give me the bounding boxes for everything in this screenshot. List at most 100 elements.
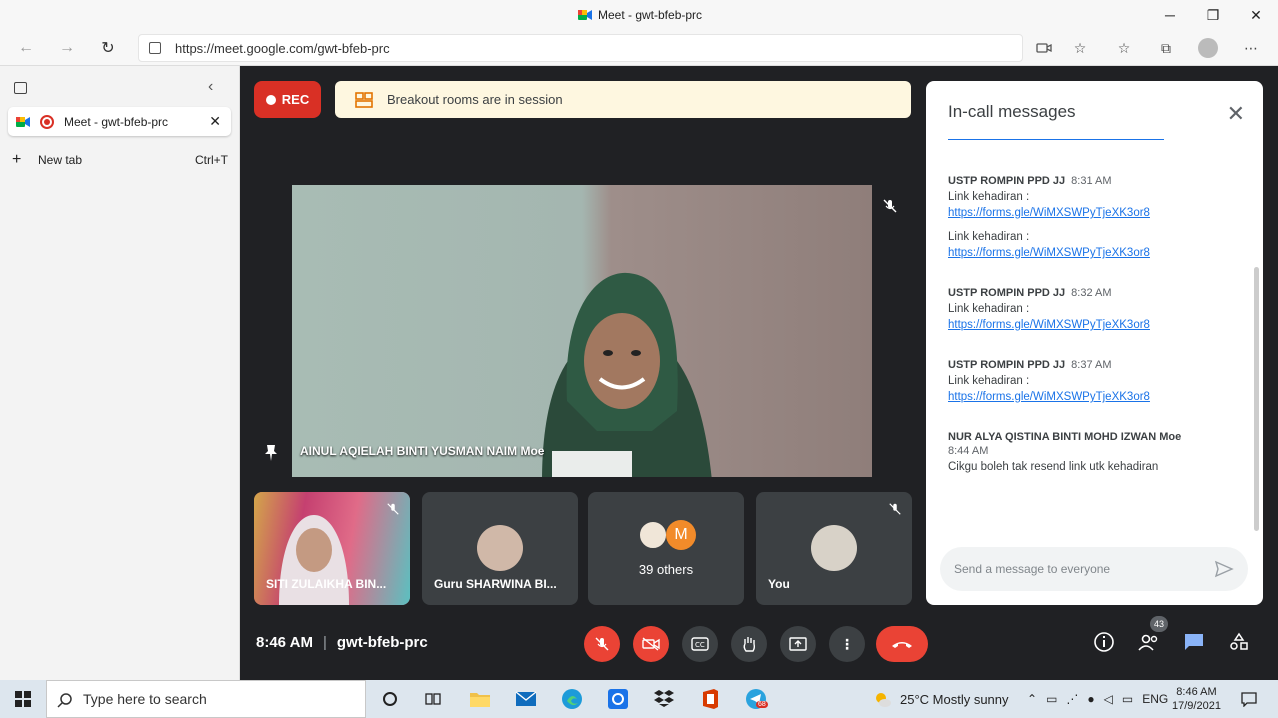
- cortana-icon[interactable]: [378, 687, 402, 711]
- telegram-icon[interactable]: 68: [744, 687, 768, 711]
- pin-icon[interactable]: [264, 444, 278, 462]
- participant-video-figure: [542, 272, 712, 477]
- chevron-up-icon[interactable]: ⌃: [1027, 692, 1037, 706]
- notifications-icon[interactable]: [1237, 687, 1261, 711]
- new-tab-label: New tab: [38, 153, 83, 167]
- restore-button[interactable]: ❐: [1201, 4, 1225, 26]
- meet-tray-icon[interactable]: ▭: [1046, 692, 1057, 706]
- close-tab-icon[interactable]: ✕: [209, 113, 221, 130]
- chat-icon[interactable]: [1180, 628, 1208, 656]
- mic-muted-icon: [386, 502, 400, 521]
- profile-avatar[interactable]: [1198, 38, 1218, 58]
- task-view-icon[interactable]: [421, 687, 445, 711]
- present-button[interactable]: [780, 626, 816, 662]
- message-sender: USTP ROMPIN PPD JJ 8:37 AM: [948, 359, 1112, 371]
- url-field[interactable]: https://meet.google.com/gwt-bfeb-prc: [138, 34, 1023, 62]
- avatar: [638, 520, 668, 550]
- others-tile[interactable]: M 39 others: [588, 492, 744, 605]
- new-tab-button[interactable]: + New tab Ctrl+T: [12, 151, 228, 168]
- rec-indicator[interactable]: REC: [254, 81, 321, 118]
- weather-text: 25°C Mostly sunny: [900, 691, 1009, 707]
- weather-widget[interactable]: 25°C Mostly sunny: [872, 680, 1009, 718]
- telegram-badge: 68: [756, 701, 768, 708]
- windows-start-icon[interactable]: [11, 687, 35, 711]
- captions-button[interactable]: CC: [682, 626, 718, 662]
- office-icon[interactable]: [698, 687, 722, 711]
- refresh-button[interactable]: ↻: [96, 37, 120, 59]
- meet-controls-bar: 8:46 AM | gwt-bfeb-prc CC ⋮ 43: [240, 614, 1278, 674]
- close-chat-icon[interactable]: ✕: [1227, 101, 1245, 127]
- main-video: [292, 185, 872, 477]
- plus-icon: +: [12, 151, 22, 168]
- minimize-button[interactable]: ─: [1158, 4, 1182, 26]
- message-time: 8:31 AM: [1071, 175, 1112, 187]
- breakout-banner-text: Breakout rooms are in session: [387, 92, 563, 107]
- collapse-pane-icon[interactable]: ‹: [208, 78, 213, 96]
- message-sender: NUR ALYA QISTINA BINTI MOHD IZWAN Moe: [948, 431, 1182, 443]
- dropbox-icon[interactable]: [652, 687, 676, 711]
- back-button[interactable]: ←: [14, 37, 38, 59]
- chat-scrollbar[interactable]: [1254, 267, 1259, 531]
- message-time: 8:32 AM: [1071, 287, 1112, 299]
- search-placeholder: Type here to search: [83, 691, 207, 707]
- taskbar-time: 8:46 AM: [1176, 686, 1217, 698]
- more-menu-icon[interactable]: ⋯: [1241, 38, 1261, 58]
- taskbar-search[interactable]: Type here to search: [46, 680, 366, 718]
- message-link[interactable]: https://forms.gle/WiMXSWPyTjeXK3or8: [948, 391, 1150, 403]
- end-call-button[interactable]: [876, 626, 928, 662]
- message-link[interactable]: https://forms.gle/WiMXSWPyTjeXK3or8: [948, 247, 1150, 259]
- message: USTP ROMPIN PPD JJ 8:32 AM Link kehadiran…: [948, 287, 1248, 331]
- camera-permission-icon[interactable]: [1034, 38, 1054, 58]
- participant-tile[interactable]: SITI ZULAIKHA BIN...: [254, 492, 410, 605]
- file-explorer-icon[interactable]: [468, 687, 492, 711]
- send-icon[interactable]: [1214, 559, 1234, 579]
- forward-button[interactable]: →: [55, 37, 79, 59]
- close-window-button[interactable]: ✕: [1244, 4, 1268, 26]
- more-options-button[interactable]: ⋮: [829, 626, 865, 662]
- avatar-letter: M: [666, 520, 696, 550]
- window-title: Meet - gwt-bfeb-prc: [578, 8, 702, 22]
- message-link[interactable]: https://forms.gle/WiMXSWPyTjeXK3or8: [948, 207, 1150, 219]
- hand-icon: [743, 637, 756, 652]
- meet-favicon-icon: [16, 116, 30, 127]
- collections-icon[interactable]: ⧉: [1156, 38, 1176, 58]
- edge-browser-icon[interactable]: [560, 687, 584, 711]
- tab-meet[interactable]: Meet - gwt-bfeb-prc ✕: [8, 107, 231, 136]
- rec-dot-icon: [265, 94, 276, 105]
- mail-icon[interactable]: [514, 687, 538, 711]
- message-text: Link kehadiran :: [948, 191, 1030, 203]
- tile-name: Guru SHARWINA BI...: [434, 577, 557, 591]
- mic-toggle-button[interactable]: [584, 626, 620, 662]
- language-indicator[interactable]: ENG: [1142, 692, 1168, 706]
- camera-off-icon: [642, 637, 660, 651]
- meeting-info-icon[interactable]: [1090, 628, 1118, 656]
- app-icon[interactable]: [606, 687, 630, 711]
- battery-icon[interactable]: ▭: [1122, 692, 1133, 706]
- microphone-icon[interactable]: ●: [1087, 692, 1094, 706]
- vertical-tabs-sidebar: ‹ Meet - gwt-bfeb-prc ✕ + New tab Ctrl+T: [0, 66, 240, 680]
- favorites-icon[interactable]: ☆: [1114, 38, 1134, 58]
- message-link[interactable]: https://forms.gle/WiMXSWPyTjeXK3or8: [948, 319, 1150, 331]
- people-icon[interactable]: [1135, 628, 1163, 656]
- volume-icon[interactable]: ◁: [1104, 692, 1113, 706]
- mic-off-icon: [595, 637, 609, 651]
- camera-toggle-button[interactable]: [633, 626, 669, 662]
- main-participant-name: AINUL AQIELAH BINTI YUSMAN NAIM Moe: [300, 444, 545, 458]
- mic-muted-icon: [888, 502, 902, 521]
- mic-muted-icon: [882, 198, 900, 216]
- present-screen-icon: [789, 637, 807, 651]
- activities-icon[interactable]: [1225, 628, 1253, 656]
- add-favorite-icon[interactable]: ☆: [1070, 38, 1090, 58]
- more-vert-icon: ⋮: [840, 635, 854, 652]
- tab-actions-icon[interactable]: [14, 82, 27, 94]
- scrolled-link-fragment: [948, 139, 1164, 140]
- wifi-icon[interactable]: ⋰: [1066, 692, 1078, 706]
- message-sender: USTP ROMPIN PPD JJ 8:32 AM: [948, 287, 1112, 299]
- raise-hand-button[interactable]: [731, 626, 767, 662]
- participant-tile[interactable]: Guru SHARWINA BI...: [422, 492, 578, 605]
- taskbar-clock[interactable]: 8:46 AM 17/9/2021: [1172, 680, 1221, 718]
- self-tile[interactable]: You: [756, 492, 912, 605]
- avatar: [477, 525, 523, 571]
- breakout-banner: Breakout rooms are in session: [335, 81, 911, 118]
- chat-input[interactable]: Send a message to everyone: [940, 547, 1248, 591]
